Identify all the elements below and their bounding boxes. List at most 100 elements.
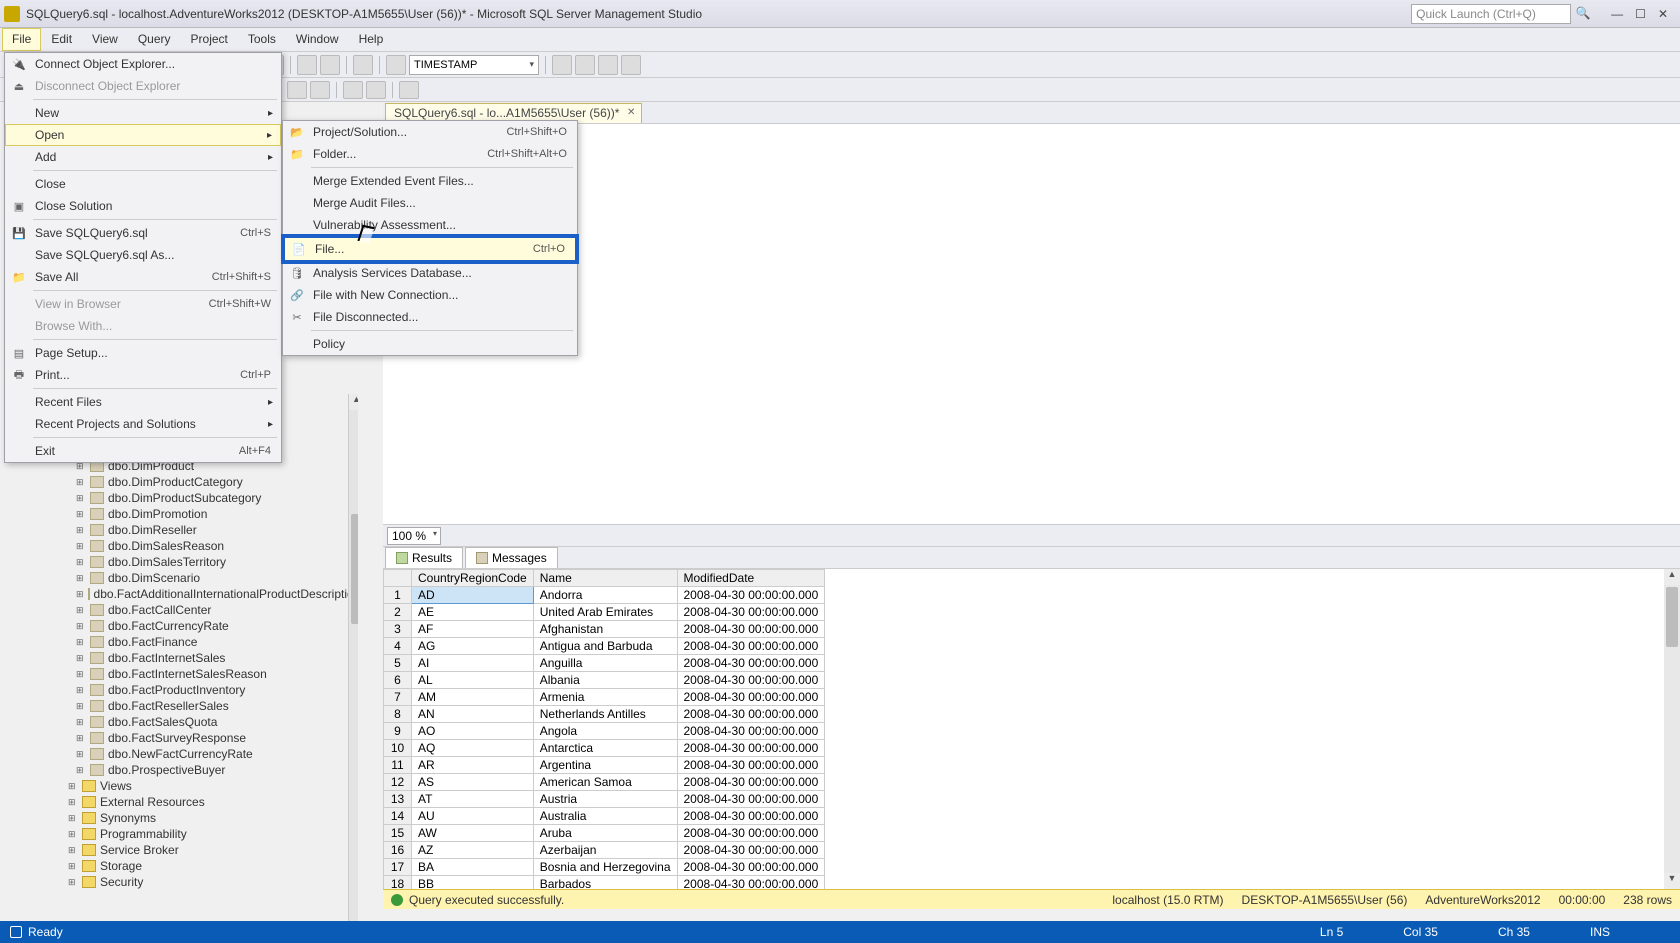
submenu-vulnerability[interactable]: Vulnerability Assessment... (283, 214, 577, 236)
toolbar-button[interactable] (598, 55, 618, 75)
cell[interactable]: Afghanistan (533, 621, 677, 638)
menu-file[interactable]: File (2, 28, 41, 51)
submenu-file-new-connection[interactable]: 🔗File with New Connection... (283, 284, 577, 306)
cell[interactable]: 2008-04-30 00:00:00.000 (677, 655, 825, 672)
cell[interactable]: 2008-04-30 00:00:00.000 (677, 774, 825, 791)
cell[interactable]: BA (412, 859, 534, 876)
menu-recent-files[interactable]: Recent Files▸ (5, 391, 281, 413)
cell[interactable]: 2008-04-30 00:00:00.000 (677, 723, 825, 740)
table-row[interactable]: 2AEUnited Arab Emirates2008-04-30 00:00:… (384, 604, 825, 621)
toolbar-button[interactable] (575, 55, 595, 75)
cell[interactable]: 2008-04-30 00:00:00.000 (677, 757, 825, 774)
cell[interactable]: 2008-04-30 00:00:00.000 (677, 621, 825, 638)
cell[interactable]: Netherlands Antilles (533, 706, 677, 723)
cell[interactable]: AM (412, 689, 534, 706)
cell[interactable]: Argentina (533, 757, 677, 774)
menu-save[interactable]: 💾Save SQLQuery6.sqlCtrl+S (5, 222, 281, 244)
menu-view-browser[interactable]: View in BrowserCtrl+Shift+W (5, 293, 281, 315)
cell[interactable]: AN (412, 706, 534, 723)
results-grid[interactable]: CountryRegionCodeNameModifiedDate1ADAndo… (383, 569, 825, 889)
table-row[interactable]: 17BABosnia and Herzegovina2008-04-30 00:… (384, 859, 825, 876)
menu-browse-with[interactable]: Browse With... (5, 315, 281, 337)
cell[interactable]: Antigua and Barbuda (533, 638, 677, 655)
cell[interactable]: 2008-04-30 00:00:00.000 (677, 604, 825, 621)
table-row[interactable]: 9AOAngola2008-04-30 00:00:00.000 (384, 723, 825, 740)
table-row[interactable]: 1ADAndorra2008-04-30 00:00:00.000 (384, 587, 825, 604)
cell[interactable]: 2008-04-30 00:00:00.000 (677, 740, 825, 757)
submenu-merge-extended[interactable]: Merge Extended Event Files... (283, 170, 577, 192)
minimize-button[interactable]: — (1611, 7, 1623, 21)
cell[interactable]: BB (412, 876, 534, 890)
submenu-folder[interactable]: 📁Folder...Ctrl+Shift+Alt+O (283, 143, 577, 165)
menu-edit[interactable]: Edit (41, 28, 82, 51)
table-row[interactable]: 6ALAlbania2008-04-30 00:00:00.000 (384, 672, 825, 689)
cell[interactable]: Aruba (533, 825, 677, 842)
cell[interactable]: Barbados (533, 876, 677, 890)
cell[interactable]: United Arab Emirates (533, 604, 677, 621)
cell[interactable]: Anguilla (533, 655, 677, 672)
cell[interactable]: 2008-04-30 00:00:00.000 (677, 876, 825, 890)
close-button[interactable]: ✕ (1658, 7, 1668, 21)
menu-window[interactable]: Window (286, 28, 349, 51)
cell[interactable]: Azerbaijan (533, 842, 677, 859)
menu-disconnect-object-explorer[interactable]: ⏏Disconnect Object Explorer (5, 75, 281, 97)
toolbar-button[interactable] (552, 55, 572, 75)
submenu-policy[interactable]: Policy (283, 333, 577, 355)
cell[interactable]: 2008-04-30 00:00:00.000 (677, 808, 825, 825)
column-header[interactable]: Name (533, 570, 677, 587)
menu-project[interactable]: Project (181, 28, 238, 51)
table-row[interactable]: 13ATAustria2008-04-30 00:00:00.000 (384, 791, 825, 808)
scrollbar-thumb[interactable] (1666, 587, 1678, 647)
toolbar-button[interactable] (343, 81, 363, 99)
zoom-combo[interactable]: 100 % (387, 527, 441, 545)
menu-add[interactable]: Add▸ (5, 146, 281, 168)
maximize-button[interactable]: ☐ (1635, 7, 1646, 21)
table-row[interactable]: 10AQAntarctica2008-04-30 00:00:00.000 (384, 740, 825, 757)
menu-save-all[interactable]: 📁Save AllCtrl+Shift+S (5, 266, 281, 288)
cell[interactable]: 2008-04-30 00:00:00.000 (677, 859, 825, 876)
vertical-scrollbar[interactable]: ▲ ▼ (1664, 569, 1680, 889)
submenu-analysis-services[interactable]: 🛢Analysis Services Database... (283, 262, 577, 284)
toolbar-button[interactable] (366, 81, 386, 99)
cell[interactable]: AD (412, 587, 534, 604)
undo-icon[interactable] (297, 55, 317, 75)
cell[interactable]: AU (412, 808, 534, 825)
cell[interactable]: AF (412, 621, 534, 638)
tab-results[interactable]: Results (385, 547, 463, 568)
submenu-file[interactable]: 📄File...Ctrl+O (285, 238, 575, 260)
table-row[interactable]: 18BBBarbados2008-04-30 00:00:00.000 (384, 876, 825, 890)
menu-tools[interactable]: Tools (238, 28, 286, 51)
table-row[interactable]: 8ANNetherlands Antilles2008-04-30 00:00:… (384, 706, 825, 723)
cell[interactable]: 2008-04-30 00:00:00.000 (677, 706, 825, 723)
cell[interactable]: AQ (412, 740, 534, 757)
menu-page-setup[interactable]: ▤Page Setup... (5, 342, 281, 364)
cell[interactable]: AL (412, 672, 534, 689)
menu-new[interactable]: New▸ (5, 102, 281, 124)
table-row[interactable]: 14AUAustralia2008-04-30 00:00:00.000 (384, 808, 825, 825)
cell[interactable]: 2008-04-30 00:00:00.000 (677, 672, 825, 689)
cell[interactable]: Albania (533, 672, 677, 689)
cell[interactable]: AI (412, 655, 534, 672)
cell[interactable]: AZ (412, 842, 534, 859)
table-row[interactable]: 15AWAruba2008-04-30 00:00:00.000 (384, 825, 825, 842)
cell[interactable]: Bosnia and Herzegovina (533, 859, 677, 876)
cell[interactable]: AW (412, 825, 534, 842)
menu-view[interactable]: View (82, 28, 128, 51)
type-combo[interactable]: TIMESTAMP (409, 55, 539, 75)
menu-print[interactable]: 🖶Print...Ctrl+P (5, 364, 281, 386)
tab-messages[interactable]: Messages (465, 547, 558, 568)
submenu-project-solution[interactable]: 📂Project/Solution...Ctrl+Shift+O (283, 121, 577, 143)
cell[interactable]: AT (412, 791, 534, 808)
menu-recent-projects[interactable]: Recent Projects and Solutions▸ (5, 413, 281, 435)
cell[interactable]: Australia (533, 808, 677, 825)
table-row[interactable]: 12ASAmerican Samoa2008-04-30 00:00:00.00… (384, 774, 825, 791)
cell[interactable]: AE (412, 604, 534, 621)
menu-open[interactable]: Open▸ (5, 124, 281, 146)
scroll-down-icon[interactable]: ▼ (1664, 873, 1680, 889)
cell[interactable]: Austria (533, 791, 677, 808)
cell[interactable]: 2008-04-30 00:00:00.000 (677, 689, 825, 706)
scroll-up-icon[interactable]: ▲ (1664, 569, 1680, 585)
cell[interactable]: 2008-04-30 00:00:00.000 (677, 791, 825, 808)
cell[interactable]: 2008-04-30 00:00:00.000 (677, 825, 825, 842)
cell[interactable]: Andorra (533, 587, 677, 604)
